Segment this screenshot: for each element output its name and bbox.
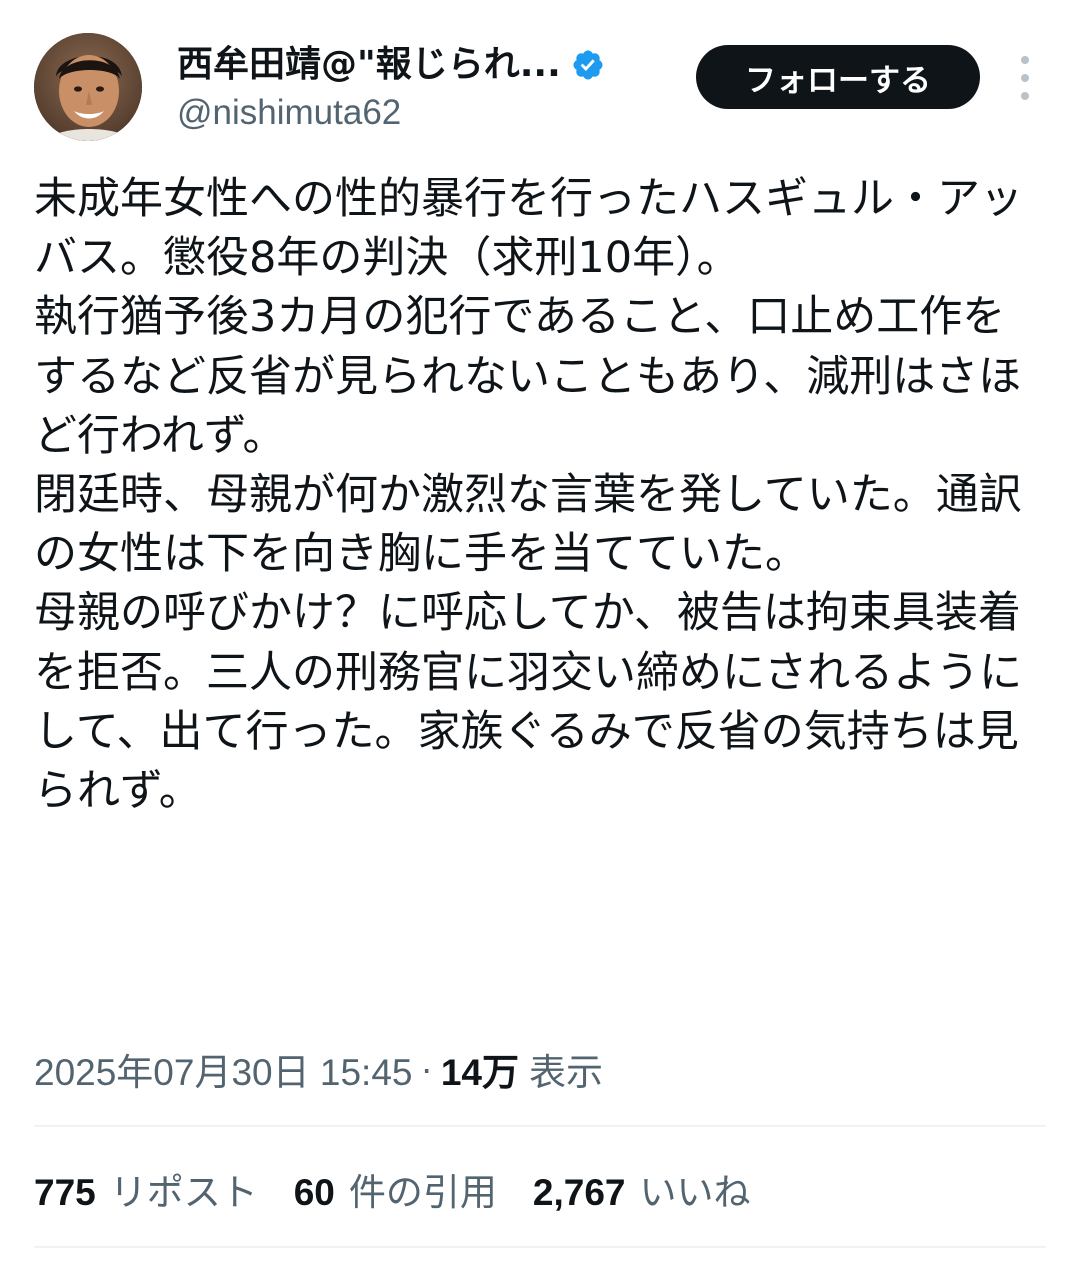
- meta-separator: ·: [420, 1048, 433, 1089]
- stat-likes[interactable]: 2,767 いいね: [533, 1162, 751, 1216]
- stat-count: 60: [293, 1172, 335, 1213]
- stat-label: 件の引用: [348, 1172, 497, 1213]
- author-avatar[interactable]: [34, 33, 142, 141]
- divider: [34, 1246, 1046, 1248]
- author-handle[interactable]: @nishimuta62: [177, 92, 401, 134]
- author-name-row[interactable]: 西牟田靖@"報じられ...: [177, 42, 605, 88]
- stat-count: 775: [34, 1172, 96, 1213]
- tweet-text: 未成年女性への性的暴行を行ったハスギュル・アッバス。懲役8年の判決（求刑10年）…: [34, 174, 1023, 817]
- more-vertical-icon[interactable]: [1008, 56, 1042, 100]
- tweet-meta: 2025年07月30日 15:45 · 14万 表示: [34, 1044, 603, 1094]
- verified-badge-icon: [573, 50, 603, 80]
- stat-quotes[interactable]: 60 件の引用: [294, 1162, 497, 1216]
- engagement-stats: 775 リポスト 60 件の引用 2,767 いいね: [34, 1163, 750, 1215]
- stat-count: 2,767: [532, 1172, 626, 1213]
- views-count: 14万: [440, 1052, 519, 1093]
- avatar-image: [34, 33, 142, 141]
- tweet-timestamp[interactable]: 2025年07月30日 15:45: [34, 1042, 413, 1096]
- stat-label: リポスト: [109, 1172, 258, 1213]
- stat-label: いいね: [639, 1172, 751, 1213]
- divider: [34, 1125, 1046, 1127]
- more-dot: [1021, 74, 1029, 82]
- more-dot: [1021, 56, 1029, 64]
- views-label: 表示: [528, 1052, 603, 1093]
- more-dot: [1021, 92, 1029, 100]
- follow-button[interactable]: フォローする: [696, 45, 980, 109]
- author-display-name[interactable]: 西牟田靖@"報じられ...: [177, 42, 561, 88]
- stat-reposts[interactable]: 775 リポスト: [34, 1162, 258, 1216]
